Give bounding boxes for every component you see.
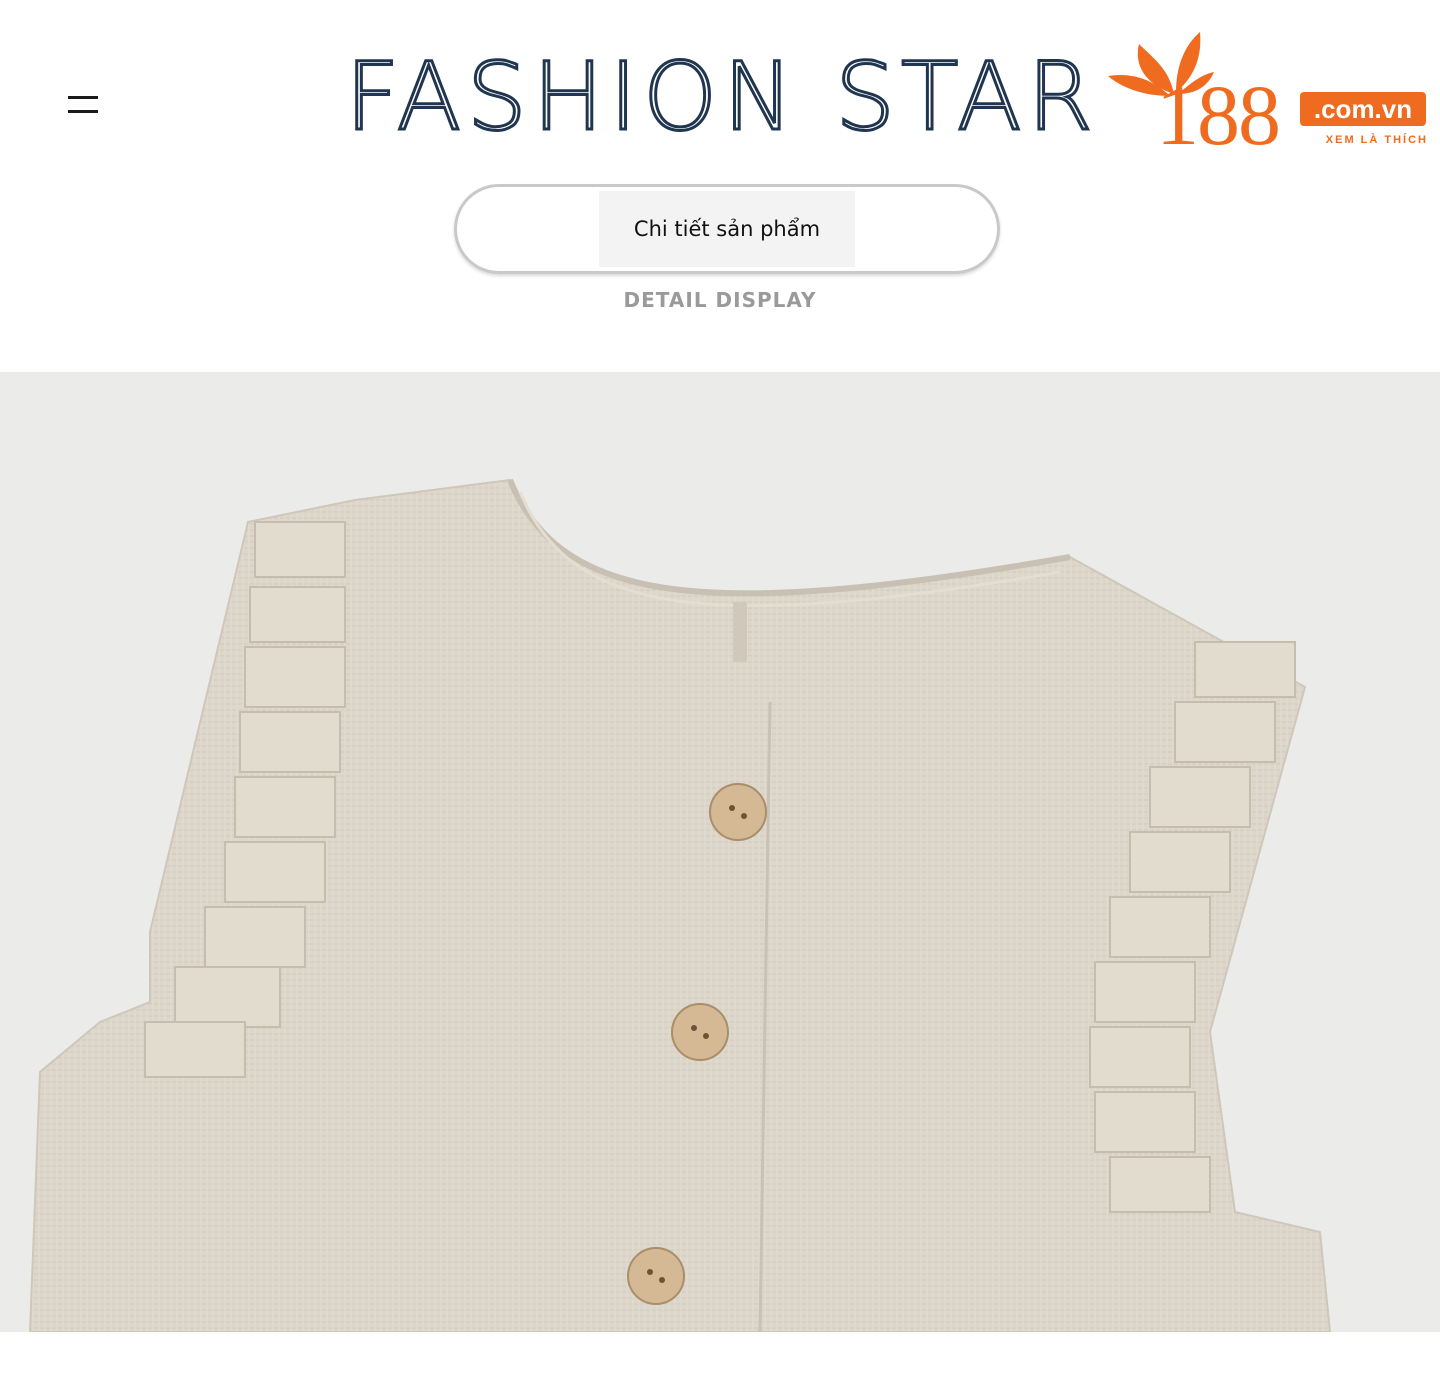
brand-title: FASHION STAR xyxy=(344,41,1099,153)
logo-domain: .com.vn xyxy=(1300,92,1426,126)
site-logo[interactable]: 188 .com.vn XEM LÀ THÍCH xyxy=(1104,24,1428,158)
logo-slogan: XEM LÀ THÍCH xyxy=(1325,134,1428,146)
linen-vest-illustration xyxy=(0,372,1440,1332)
detail-subtitle: DETAIL DISPLAY xyxy=(623,288,817,312)
pill-label: Chi tiết sản phẩm xyxy=(633,217,821,241)
product-photo xyxy=(0,372,1440,1332)
logo-number: 188 xyxy=(1156,67,1281,163)
hamburger-menu-icon[interactable] xyxy=(68,92,98,118)
pill-inner: Chi tiết sản phẩm xyxy=(599,191,855,267)
detail-pill: Chi tiết sản phẩm xyxy=(454,184,1000,274)
